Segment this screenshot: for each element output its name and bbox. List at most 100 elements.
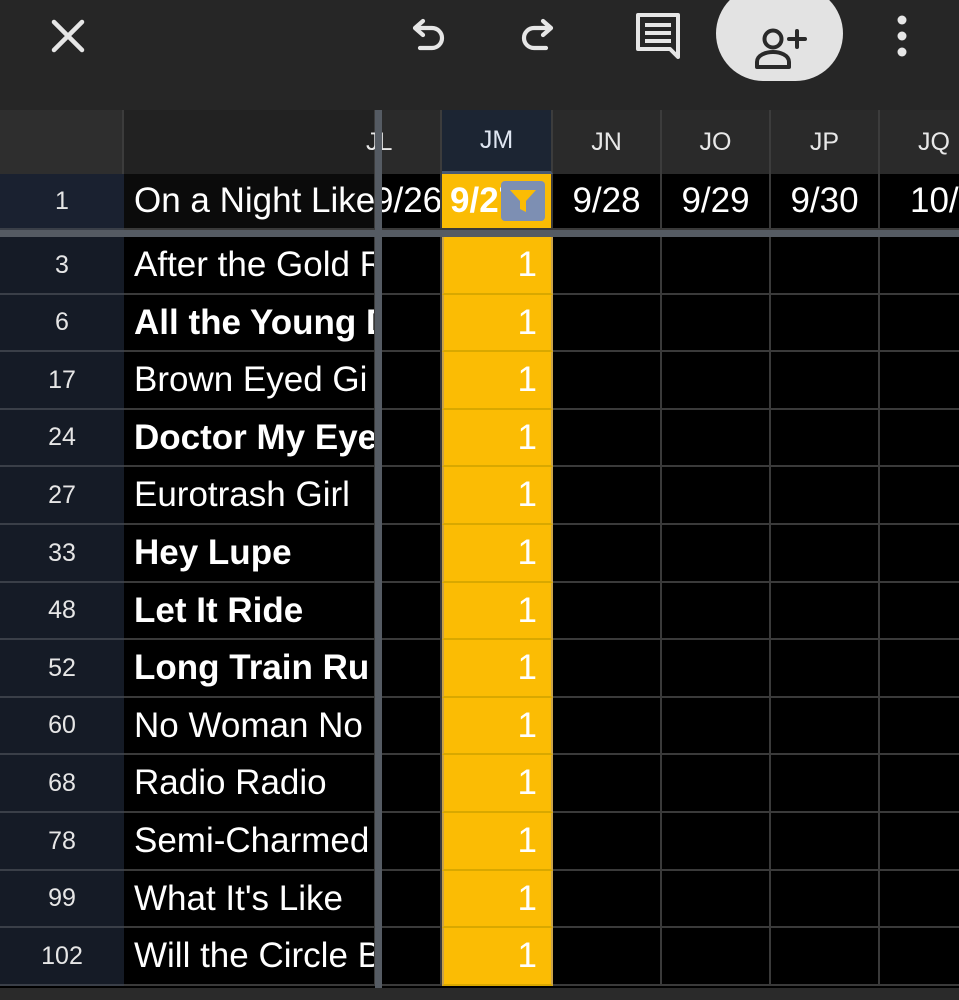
empty-cell[interactable]	[771, 467, 880, 525]
value-cell-highlighted[interactable]: 1	[442, 352, 553, 410]
empty-cell[interactable]	[376, 525, 442, 583]
empty-cell[interactable]	[771, 698, 880, 755]
empty-cell[interactable]	[662, 813, 771, 871]
value-cell-highlighted[interactable]: 1	[442, 295, 553, 352]
row-number[interactable]: 68	[0, 755, 124, 813]
empty-cell[interactable]	[880, 755, 959, 813]
song-name-cell[interactable]: Radio Radio	[124, 755, 376, 813]
value-cell-highlighted[interactable]: 1	[442, 871, 553, 928]
column-header-jn[interactable]: JN	[553, 110, 662, 174]
value-cell-highlighted[interactable]: 1	[442, 410, 553, 467]
empty-cell[interactable]	[880, 352, 959, 410]
song-name-cell[interactable]: Eurotrash Girl	[124, 467, 376, 525]
date-header-cell[interactable]: 10/	[880, 174, 959, 230]
empty-cell[interactable]	[376, 928, 442, 986]
row-number[interactable]: 6	[0, 295, 124, 352]
empty-cell[interactable]	[771, 755, 880, 813]
redo-button[interactable]	[512, 8, 568, 64]
column-header-jl[interactable]: JL	[366, 110, 442, 174]
song-name-cell[interactable]: Will the Circle B	[124, 928, 376, 986]
song-name-cell[interactable]: Long Train Ru	[124, 640, 376, 698]
empty-cell[interactable]	[553, 467, 662, 525]
empty-cell[interactable]	[771, 410, 880, 467]
empty-cell[interactable]	[553, 352, 662, 410]
row-number[interactable]: 3	[0, 237, 124, 295]
empty-cell[interactable]	[376, 871, 442, 928]
empty-cell[interactable]	[553, 410, 662, 467]
song-name-cell[interactable]: Brown Eyed Gi	[124, 352, 376, 410]
empty-cell[interactable]	[553, 871, 662, 928]
empty-cell[interactable]	[376, 295, 442, 352]
empty-cell[interactable]	[376, 237, 442, 295]
empty-cell[interactable]	[771, 928, 880, 986]
empty-cell[interactable]	[553, 813, 662, 871]
filter-button[interactable]	[501, 181, 545, 221]
empty-cell[interactable]	[771, 640, 880, 698]
row-number[interactable]: 33	[0, 525, 124, 583]
date-header-cell[interactable]: 9/30	[771, 174, 880, 230]
column-header-jp[interactable]: JP	[771, 110, 880, 174]
value-cell-highlighted[interactable]: 1	[442, 813, 553, 871]
value-cell-highlighted[interactable]: 1	[442, 525, 553, 583]
header-title-cell[interactable]: On a Night Like	[124, 174, 376, 230]
date-header-cell[interactable]: 9/28	[553, 174, 662, 230]
empty-cell[interactable]	[553, 295, 662, 352]
close-button[interactable]	[40, 8, 96, 64]
empty-cell[interactable]	[662, 583, 771, 640]
empty-cell[interactable]	[771, 583, 880, 640]
empty-cell[interactable]	[662, 410, 771, 467]
empty-cell[interactable]	[662, 467, 771, 525]
empty-cell[interactable]	[880, 698, 959, 755]
empty-cell[interactable]	[662, 525, 771, 583]
song-name-cell[interactable]: After the Gold R	[124, 237, 376, 295]
value-cell-highlighted[interactable]: 1	[442, 467, 553, 525]
empty-cell[interactable]	[662, 640, 771, 698]
empty-cell[interactable]	[880, 467, 959, 525]
share-add-person-button[interactable]	[716, 0, 843, 81]
empty-cell[interactable]	[662, 698, 771, 755]
empty-cell[interactable]	[771, 237, 880, 295]
empty-cell[interactable]	[880, 583, 959, 640]
column-header-jo[interactable]: JO	[662, 110, 771, 174]
empty-cell[interactable]	[553, 698, 662, 755]
empty-cell[interactable]	[880, 871, 959, 928]
empty-cell[interactable]	[553, 237, 662, 295]
empty-cell[interactable]	[662, 871, 771, 928]
song-name-cell[interactable]: Semi-Charmed	[124, 813, 376, 871]
column-header-frozen[interactable]	[124, 110, 376, 174]
empty-cell[interactable]	[376, 583, 442, 640]
row-number[interactable]: 60	[0, 698, 124, 755]
song-name-cell[interactable]: Let It Ride	[124, 583, 376, 640]
empty-cell[interactable]	[553, 525, 662, 583]
row-number[interactable]: 78	[0, 813, 124, 871]
date-header-cell[interactable]: 9/29	[662, 174, 771, 230]
select-all-corner[interactable]	[0, 110, 124, 174]
empty-cell[interactable]	[376, 813, 442, 871]
empty-cell[interactable]	[771, 352, 880, 410]
column-header-jm[interactable]: JM	[442, 110, 553, 174]
empty-cell[interactable]	[662, 928, 771, 986]
date-header-cell-active[interactable]: 9/27	[442, 174, 553, 230]
song-name-cell[interactable]: What It's Like	[124, 871, 376, 928]
song-name-cell[interactable]: Doctor My Eye	[124, 410, 376, 467]
value-cell-highlighted[interactable]: 1	[442, 928, 553, 986]
empty-cell[interactable]	[880, 237, 959, 295]
row-number[interactable]: 17	[0, 352, 124, 410]
empty-cell[interactable]	[880, 525, 959, 583]
column-header-jq[interactable]: JQ	[880, 110, 959, 174]
empty-cell[interactable]	[880, 813, 959, 871]
empty-cell[interactable]	[376, 755, 442, 813]
more-options-button[interactable]	[882, 8, 922, 64]
row-number[interactable]: 1	[0, 174, 124, 230]
undo-button[interactable]	[398, 8, 454, 64]
empty-cell[interactable]	[376, 352, 442, 410]
value-cell-highlighted[interactable]: 1	[442, 583, 553, 640]
empty-cell[interactable]	[771, 813, 880, 871]
empty-cell[interactable]	[553, 583, 662, 640]
song-name-cell[interactable]: Hey Lupe	[124, 525, 376, 583]
value-cell-highlighted[interactable]: 1	[442, 237, 553, 295]
empty-cell[interactable]	[376, 467, 442, 525]
row-number[interactable]: 99	[0, 871, 124, 928]
empty-cell[interactable]	[771, 295, 880, 352]
frozen-column-divider[interactable]	[375, 110, 382, 988]
